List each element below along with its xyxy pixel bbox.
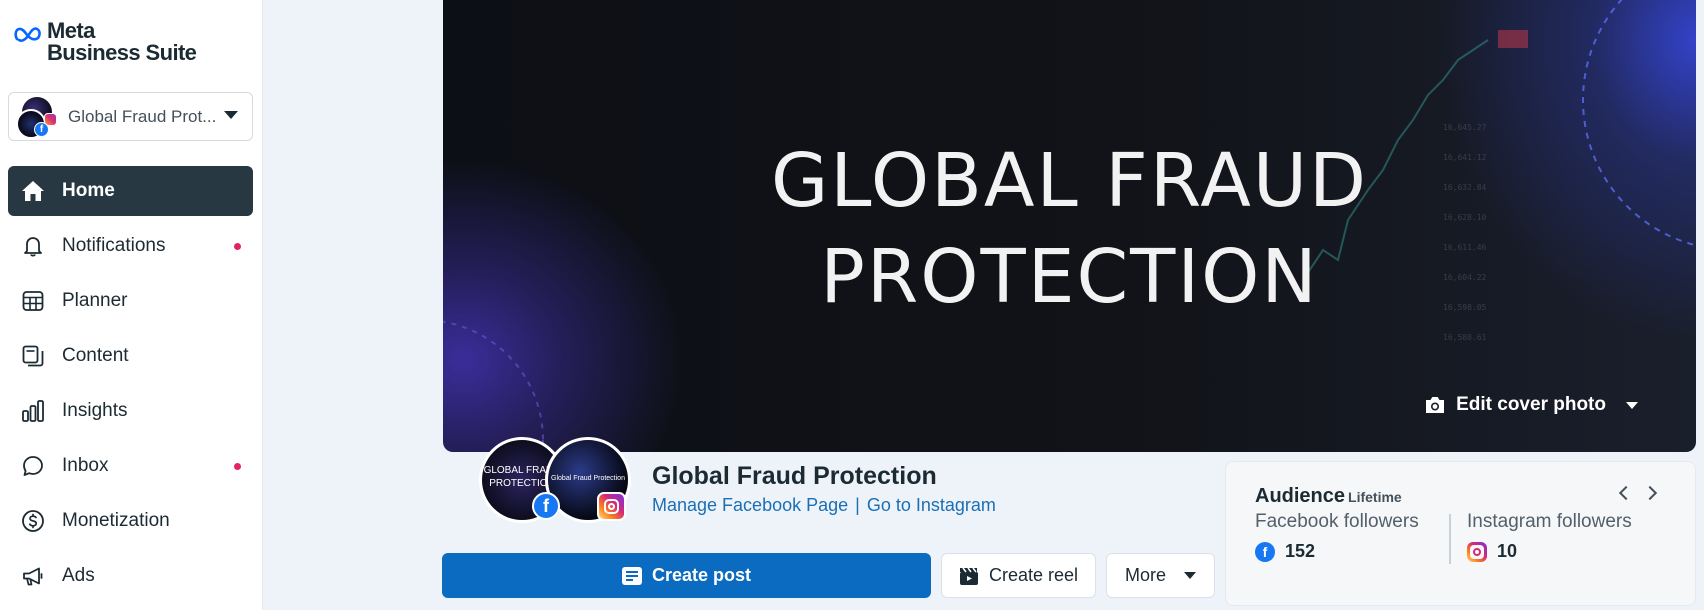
chevron-down-icon: [1184, 572, 1196, 579]
metric-divider: [1449, 514, 1451, 564]
nav-item-home[interactable]: Home: [8, 166, 253, 216]
audience-period: Lifetime: [1348, 489, 1402, 505]
meta-business-suite-logo[interactable]: Meta Business Suite: [13, 18, 197, 65]
logo-text-business-suite: Business Suite: [47, 40, 197, 65]
nav-label: Inbox: [62, 455, 109, 476]
nav-item-monetization[interactable]: Monetization: [8, 496, 253, 546]
cover-headline: GLOBAL FRAUD PROTECTION: [443, 133, 1696, 325]
cover-photo: 16,645.27 16,641.12 16,632.84 16,628.10 …: [443, 0, 1696, 452]
home-icon: [20, 178, 46, 204]
audience-card: Audience Lifetime Facebook followers f 15…: [1225, 461, 1696, 606]
page-title: Global Fraud Protection: [652, 462, 937, 490]
nav-label: Monetization: [62, 510, 170, 531]
nav-item-planner[interactable]: Planner: [8, 276, 253, 326]
nav-label: Notifications: [62, 235, 166, 256]
nav-item-insights[interactable]: Insights: [8, 386, 253, 436]
ig-avatar-text: Global Fraud Protection: [551, 475, 625, 482]
nav-label: Ads: [62, 565, 95, 586]
calendar-grid-icon: [20, 288, 46, 314]
go-to-instagram-link[interactable]: Go to Instagram: [867, 495, 996, 515]
chevron-down-icon: [224, 111, 238, 119]
svg-text:16,645.27: 16,645.27: [1443, 123, 1487, 132]
logo-text-meta: Meta: [47, 18, 95, 43]
instagram-icon: [1467, 541, 1487, 562]
chevron-right-icon[interactable]: [1642, 485, 1658, 501]
audience-title: Audience Lifetime: [1255, 485, 1402, 508]
chevron-left-icon[interactable]: [1618, 485, 1634, 501]
dollar-circle-icon: [20, 508, 46, 534]
create-post-label: Create post: [651, 565, 752, 585]
instagram-followers-metric: Instagram followers 10: [1467, 511, 1632, 562]
account-name: Global Fraud Prot...: [68, 106, 217, 126]
nav-label: Content: [62, 345, 129, 366]
cover-headline-line-1: GLOBAL FRAUD: [770, 138, 1369, 224]
account-avatars: f: [14, 95, 60, 139]
megaphone-icon: [20, 563, 46, 589]
bell-icon: [20, 233, 46, 259]
profile-links: Manage Facebook Page | Go to Instagram: [652, 495, 996, 516]
instagram-followers-label: Instagram followers: [1467, 511, 1632, 532]
camera-icon: [1426, 397, 1445, 413]
notification-dot: [234, 463, 241, 470]
content-icon: [20, 343, 46, 369]
nav-label: Home: [62, 180, 115, 201]
link-separator: |: [855, 495, 860, 515]
chevron-down-icon: [1626, 401, 1638, 409]
chat-bubble-icon: [20, 453, 46, 479]
main-navigation: Home Notifications Planner Content Insig…: [8, 166, 253, 606]
facebook-badge-icon: f: [34, 121, 49, 137]
cover-headline-line-2: PROTECTION: [820, 234, 1319, 320]
create-reel-button[interactable]: Create reel: [941, 553, 1096, 598]
create-reel-label: Create reel: [988, 565, 1079, 585]
svg-text:16,580.61: 16,580.61: [1443, 333, 1487, 342]
more-label: More: [1124, 565, 1166, 585]
nav-label: Insights: [62, 400, 128, 421]
facebook-followers-label: Facebook followers: [1255, 511, 1419, 532]
sidebar: Meta Business Suite f Global Fraud Prot.…: [0, 0, 263, 610]
notification-dot: [234, 243, 241, 250]
audience-pager: [1618, 485, 1658, 501]
edit-cover-photo-button[interactable]: Edit cover photo: [1424, 394, 1638, 416]
meta-infinity-icon: [14, 27, 41, 42]
nav-item-ads[interactable]: Ads: [8, 551, 253, 601]
facebook-followers-value: 152: [1285, 541, 1316, 561]
clapperboard-icon: [959, 567, 978, 585]
facebook-logo-icon: f: [532, 492, 560, 520]
audience-title-text: Audience: [1255, 485, 1346, 507]
create-post-button[interactable]: Create post: [442, 553, 931, 598]
instagram-followers-value: 10: [1497, 541, 1518, 561]
edit-cover-label: Edit cover photo: [1456, 394, 1606, 415]
nav-label: Planner: [62, 290, 128, 311]
more-button[interactable]: More: [1106, 553, 1215, 598]
nav-item-notifications[interactable]: Notifications: [8, 221, 253, 271]
instagram-logo-icon: [597, 492, 626, 521]
manage-facebook-page-link[interactable]: Manage Facebook Page: [652, 495, 848, 515]
account-switcher[interactable]: f Global Fraud Prot...: [8, 92, 253, 141]
facebook-icon: f: [1255, 541, 1275, 562]
nav-item-content[interactable]: Content: [8, 331, 253, 381]
compose-post-icon: [621, 566, 642, 585]
facebook-followers-metric: Facebook followers f 152: [1255, 511, 1419, 562]
nav-item-inbox[interactable]: Inbox: [8, 441, 253, 491]
bar-chart-icon: [20, 398, 46, 424]
